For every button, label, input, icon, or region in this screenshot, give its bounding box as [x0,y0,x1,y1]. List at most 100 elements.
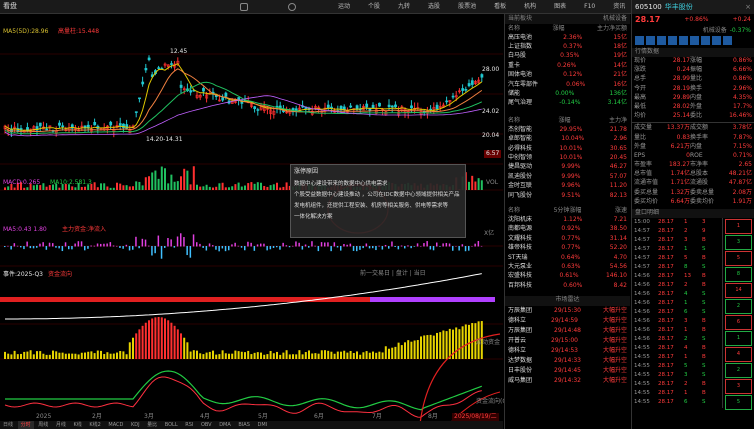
bottom-tab-9[interactable]: BOLL [162,421,181,429]
bottom-tab-7[interactable]: KDJ [128,421,143,429]
col-amt[interactable]: 主力净买额 [597,25,627,33]
menu-item-5[interactable]: 看板 [494,3,506,11]
tick-row: 15:00 28.17 1 3 [632,218,720,227]
strip-icon-5[interactable] [690,36,699,45]
bottom-tab-13[interactable]: BIAS [235,421,253,429]
alert-row-cell-0: 万辰集团 [508,327,533,335]
sector2-row[interactable]: 捷昌驱动 9.99% 46.27 [505,163,630,172]
sector-row[interactable]: 高压电池 2.36% 15亿 [505,33,630,42]
sector3-row[interactable]: 百邦科技 0.60% 8.42 [505,281,630,290]
bottom-tab-5[interactable]: K线2 [86,421,103,429]
macd-bar [23,246,25,250]
sector2-row[interactable]: 金时互联 9.96% 11.20 [505,181,630,190]
flow-bar [410,341,413,359]
menu-item-2[interactable]: 九转 [398,3,410,11]
tick-row: 14:56 28.17 3 B [632,317,720,326]
col2-name[interactable]: 名称 [508,117,520,125]
col2-pct[interactable]: 涨幅 [558,117,570,125]
strip-icon-4[interactable] [679,36,688,45]
sector-row[interactable]: 固体电池 0.12% 21亿 [505,71,630,80]
sector-row[interactable]: 尾气治理 -0.14% 3.14亿 [505,99,630,108]
tick-cell: 14:57 [634,264,650,270]
sector-row[interactable]: 储能 0.00% 136亿 [505,89,630,98]
alert-row[interactable]: 德科立 29/14:53 大幅升空 [505,346,630,356]
tick-cell: 28.17 [658,228,674,234]
strip-icon-1[interactable] [646,36,655,45]
sector-row[interactable]: 重卡 0.26% 14亿 [505,61,630,70]
menu-item-8[interactable]: F10 [584,3,595,11]
col3-amt[interactable]: 涨速 [615,207,627,215]
bottom-tab-0[interactable]: 日线 [0,421,16,429]
sector3-row[interactable]: 文耀科技 0.77% 31.14 [505,234,630,243]
bottom-tab-10[interactable]: RSI [182,421,196,429]
menu-item-0[interactable]: 运动 [338,3,350,11]
main-chart-area[interactable]: MA5(5D):28.96 高量柱:15.448 12.45 14.20-14.… [0,14,509,422]
menu-item-3[interactable]: 选股 [428,3,440,11]
flow-bar [90,351,93,359]
bottom-tab-11[interactable]: OBV [198,421,215,429]
strip-icon-6[interactable] [701,36,710,45]
bottom-tab-1[interactable]: 分时 [17,421,34,429]
bottom-tab-2[interactable]: 周线 [35,421,51,429]
alerts-list: 万辰集团 29/15:30 大幅升空 德科立 29/14:59 大幅升空 万辰集团 29/14… [505,306,630,386]
candle-body [470,80,474,85]
bottom-tab-14[interactable]: DMI [254,421,270,429]
bottom-tab-8[interactable]: 量比 [144,421,160,429]
sector3-row[interactable]: 宏盛科技 0.61% 146.10 [505,272,630,281]
col3-name[interactable]: 名称 [508,207,520,215]
menu-item-7[interactable]: 图表 [554,3,566,11]
sector3-row[interactable]: ST天瑞 0.64% 4.70 [505,253,630,262]
col2-amt[interactable]: 主力净 [609,117,627,125]
panel-close-icon[interactable]: × [745,3,751,12]
bottom-tab-3[interactable]: 月线 [53,421,69,429]
flow-bar [80,352,83,359]
sector2-row[interactable]: 凯迪股份 9.99% 57.07 [505,172,630,181]
alert-row[interactable]: 开普云 29/15:00 大幅升空 [505,336,630,346]
sector-title[interactable]: 当前板块 [508,15,532,23]
bottom-tab-12[interactable]: DMA [216,421,234,429]
sector3-row[interactable]: 大元泵业 0.63% 54.56 [505,262,630,271]
alert-row[interactable]: 威马集团 29/14:32 大幅升空 [505,376,630,386]
volume-bar [256,182,259,190]
alert-row[interactable]: 达梦数据 29/14:33 大幅升空 [505,356,630,366]
strip-icon-2[interactable] [657,36,666,45]
tick-row: 14:57 28.17 5 B [632,254,720,263]
col3-pct[interactable]: 5分钟涨幅 [554,207,582,215]
sector-row[interactable]: 汽车零部件 0.06% 16亿 [505,80,630,89]
bottom-tab-4[interactable]: K线 [70,421,84,429]
sector-row[interactable]: 上证指数 0.37% 18亿 [505,42,630,51]
toolbar-icon-2[interactable] [288,3,296,11]
sector2-row[interactable]: 同飞股份 9.51% 82.13 [505,191,630,200]
sector3-row[interactable]: 雄帝科技 0.77% 52.20 [505,243,630,252]
col-name[interactable]: 名称 [508,25,520,33]
strip-icon-3[interactable] [668,36,677,45]
strip-icon-8[interactable] [723,36,732,45]
alert-row[interactable]: 万辰集团 29/15:30 大幅升空 [505,306,630,316]
strip-icon-7[interactable] [712,36,721,45]
sector-title2[interactable]: 机械设备 [603,15,627,23]
col-pct[interactable]: 涨幅 [552,25,564,33]
sector2-row-cell-2: 46.27 [609,163,627,171]
alert-row[interactable]: 日丰股份 29/14:45 大幅升空 [505,366,630,376]
sector2-row[interactable]: 杰创智能 29.95% 21.78 [505,125,630,134]
tick-cell: 8 [684,264,688,270]
toolbar-icon-group[interactable] [240,3,248,11]
sector-row[interactable]: 白马股 0.35% 19亿 [505,52,630,61]
menu-item-1[interactable]: 个股 [368,3,380,11]
sector2-row[interactable]: 中创智领 10.01% 20.45 [505,153,630,162]
sector3-row[interactable]: 沈阳机床 1.12% 7.21 [505,215,630,224]
flow-bar [397,342,400,359]
sector2-row[interactable]: 卓郎智能 10.04% 2.96 [505,135,630,144]
menu-item-4[interactable]: 股票池 [458,3,476,11]
menu-item-6[interactable]: 机构 [524,3,536,11]
sector2-row[interactable]: 必得科技 10.01% 30.65 [505,144,630,153]
candle-body [58,122,61,126]
x-label-4: 5月 [258,413,268,420]
menu-item-9[interactable]: 资讯 [613,3,625,11]
bottom-tab-6[interactable]: MACD [105,421,126,429]
alert-row[interactable]: 万辰集团 29/14:48 大幅升空 [505,326,630,336]
alert-row[interactable]: 德科立 29/14:59 大幅升空 [505,316,630,326]
sector3-row[interactable]: 南都电源 0.92% 38.50 [505,225,630,234]
strip-icon-0[interactable] [635,36,644,45]
industry-tag[interactable]: 机械设备 [703,27,727,35]
